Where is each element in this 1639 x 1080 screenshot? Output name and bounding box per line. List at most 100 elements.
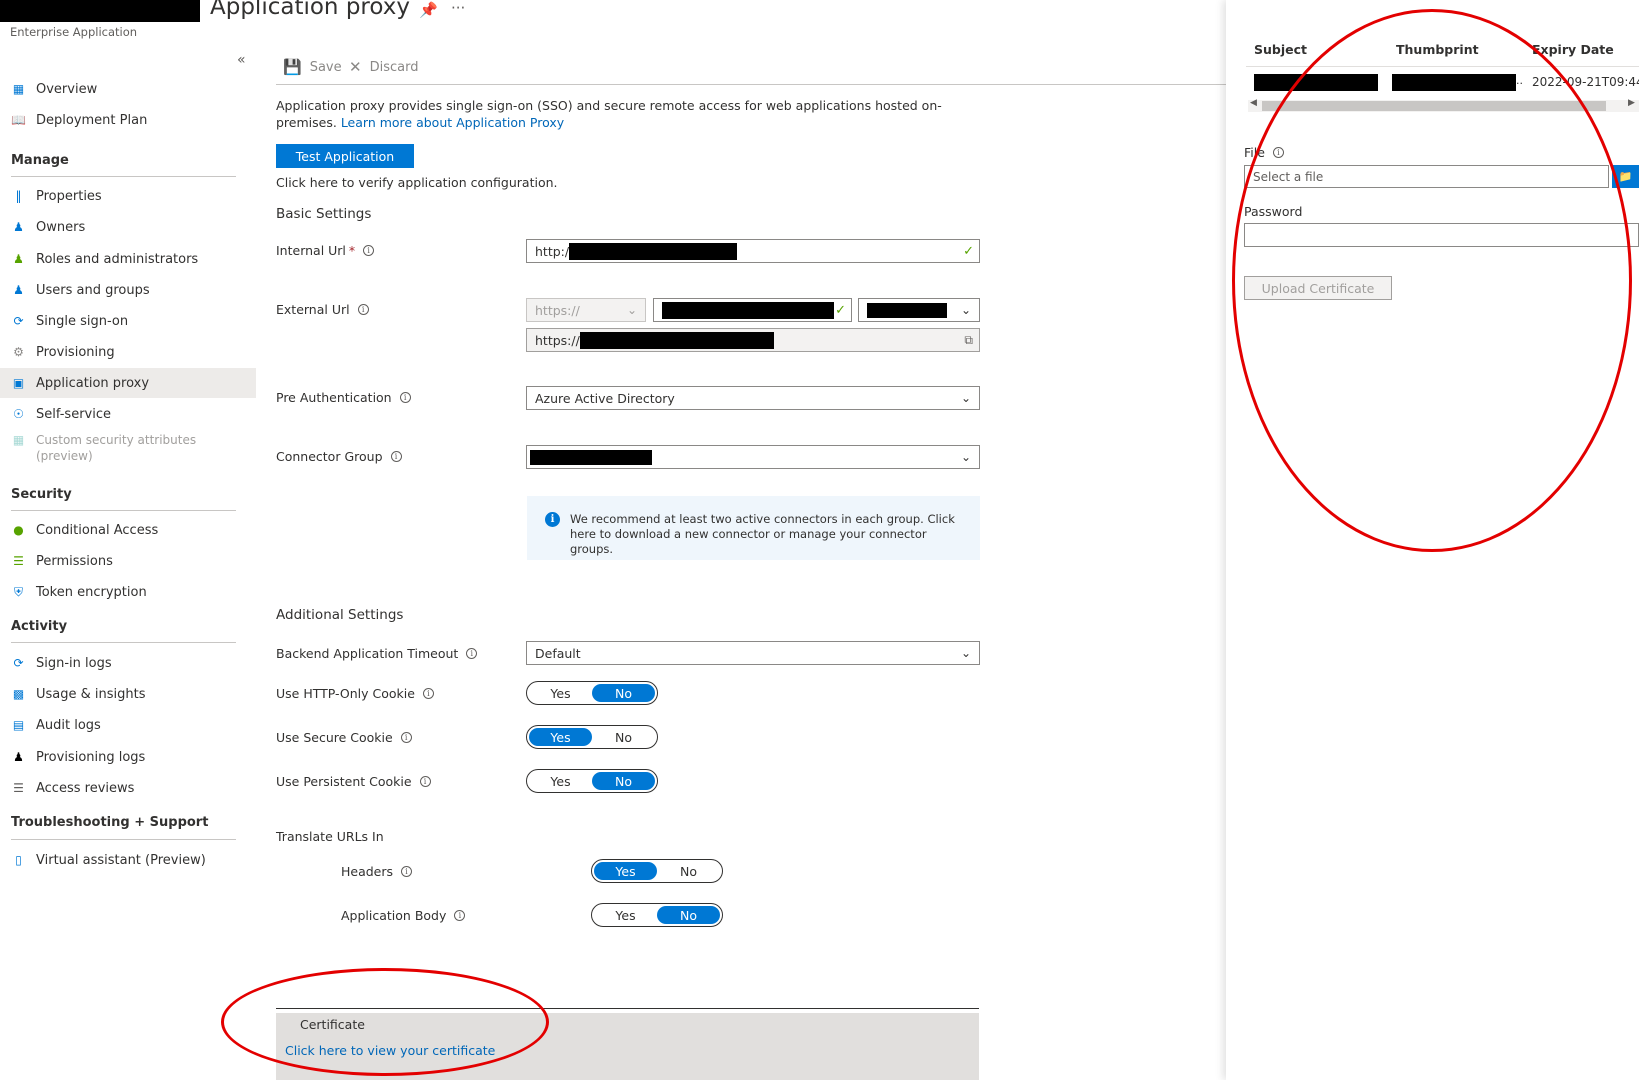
toggle-no[interactable]: No — [592, 728, 655, 746]
sidebar-item-label: Permissions — [36, 553, 113, 569]
toggle-no[interactable]: No — [592, 684, 655, 702]
external-url-domain-select[interactable]: ⌄ — [858, 298, 980, 322]
sidebar-item-virtual-assistant[interactable]: ▯ Virtual assistant (Preview) — [0, 845, 256, 875]
info-icon[interactable]: i — [400, 732, 412, 743]
sidebar-item-label: Sign-in logs — [36, 655, 112, 671]
backend-timeout-select[interactable]: Default ⌄ — [526, 641, 980, 665]
learn-more-link[interactable]: Learn more about Application Proxy — [341, 115, 564, 130]
sidebar-item-properties[interactable]: ‖ Properties — [0, 181, 256, 211]
info-icon[interactable]: i — [1272, 147, 1284, 158]
copy-icon[interactable]: ⧉ — [964, 333, 973, 348]
save-label: Save — [309, 59, 342, 75]
toggle-yes[interactable]: Yes — [594, 862, 657, 880]
external-url-full: https:// ⧉ — [526, 328, 980, 352]
redacted-text — [867, 302, 947, 318]
sidebar-item-label: Self-service — [36, 406, 111, 422]
external-url-host-input[interactable]: ✓ — [653, 298, 852, 322]
persistent-cookie-toggle[interactable]: Yes No — [526, 769, 658, 793]
persistent-cookie-label-text: Use Persistent Cookie — [276, 774, 412, 789]
sidebar-item-application-proxy[interactable]: ▣ Application proxy — [0, 368, 256, 398]
toggle-yes[interactable]: Yes — [594, 906, 657, 924]
toggle-yes[interactable]: Yes — [529, 772, 592, 790]
sidebar-item-deployment-plan[interactable]: 📖 Deployment Plan — [0, 105, 256, 135]
password-input[interactable] — [1244, 223, 1639, 247]
sidebar-item-usage-insights[interactable]: ▩ Usage & insights — [0, 679, 256, 709]
test-hint: Click here to verify application configu… — [276, 175, 558, 190]
toggle-yes[interactable]: Yes — [529, 728, 592, 746]
browse-folder-button[interactable]: 📁 — [1612, 165, 1639, 188]
info-icon[interactable]: i — [363, 245, 375, 256]
sidebar-item-owners[interactable]: ♟ Owners — [0, 212, 256, 242]
roles-icon: ♟ — [13, 252, 24, 266]
sidebar-item-self-service[interactable]: ☉ Self-service — [0, 399, 256, 429]
toggle-no[interactable]: No — [657, 862, 720, 880]
info-icon[interactable]: i — [390, 451, 402, 462]
sidebar-item-provisioning[interactable]: ⚙ Provisioning — [0, 337, 256, 367]
toolbar-divider — [276, 84, 1227, 85]
more-icon[interactable]: ··· — [451, 0, 465, 17]
sidebar-item-roles-and-administrators[interactable]: ♟ Roles and administrators — [0, 244, 256, 274]
toggle-no[interactable]: No — [592, 772, 655, 790]
translate-urls-title: Translate URLs In — [276, 829, 384, 844]
info-icon[interactable]: i — [422, 688, 434, 699]
checkmark-icon: ✓ — [835, 302, 846, 318]
sidebar-item-users-and-groups[interactable]: ♟ Users and groups — [0, 275, 256, 305]
connector-group-select[interactable]: ⌄ — [526, 445, 980, 469]
translate-body-toggle[interactable]: Yes No — [591, 903, 723, 927]
sidebar-item-sign-in-logs[interactable]: ⟳ Sign-in logs — [0, 648, 256, 678]
connector-info-box[interactable]: i We recommend at least two active conne… — [527, 496, 980, 560]
app-proxy-icon: ▣ — [12, 376, 25, 390]
sidebar-item-token-encryption[interactable]: ⛨ Token encryption — [0, 577, 256, 607]
toggle-no[interactable]: No — [657, 906, 720, 924]
sidebar-item-custom-security-attributes: ▦ Custom security attributes (preview) — [0, 430, 256, 468]
translate-headers-toggle[interactable]: Yes No — [591, 859, 723, 883]
view-certificate-link[interactable]: Click here to view your certificate — [285, 1043, 495, 1058]
sso-icon: ⟳ — [13, 314, 24, 328]
info-icon[interactable]: i — [357, 304, 369, 315]
info-icon[interactable]: i — [401, 866, 413, 877]
scrollbar-thumb[interactable] — [1262, 101, 1606, 111]
nav-section-support: Troubleshooting + Support — [11, 815, 209, 830]
upload-certificate-button[interactable]: Upload Certificate — [1244, 276, 1392, 300]
folder-icon: 📁 — [1618, 170, 1633, 183]
scroll-right-icon[interactable]: ▶ — [1628, 98, 1635, 108]
scroll-left-icon[interactable]: ◀ — [1250, 98, 1257, 108]
column-header-subject[interactable]: Subject — [1254, 42, 1307, 57]
title-separator — [198, 0, 200, 22]
column-header-thumbprint[interactable]: Thumbprint — [1396, 42, 1479, 57]
file-input[interactable]: Select a file — [1244, 165, 1609, 188]
info-icon[interactable]: i — [419, 776, 431, 787]
sidebar-item-provisioning-logs[interactable]: ♟ Provisioning logs — [0, 742, 256, 772]
checkmark-icon: ✓ — [963, 243, 974, 259]
sidebar-item-conditional-access[interactable]: ● Conditional Access — [0, 515, 256, 545]
http-only-cookie-toggle[interactable]: Yes No — [526, 681, 658, 705]
sidebar-item-overview[interactable]: ▦ Overview — [0, 74, 256, 104]
pre-auth-select[interactable]: Azure Active Directory ⌄ — [526, 386, 980, 410]
audit-icon: ▤ — [12, 718, 25, 732]
info-icon[interactable]: i — [399, 392, 411, 403]
permissions-icon: ☰ — [13, 554, 24, 568]
collapse-sidebar-button[interactable]: « — [237, 52, 246, 68]
info-icon[interactable]: i — [454, 910, 466, 921]
discard-button[interactable]: ✕ Discard — [349, 58, 418, 76]
application-body-label: Application Body i — [341, 908, 466, 923]
test-application-button[interactable]: Test Application — [276, 144, 414, 168]
toggle-yes[interactable]: Yes — [529, 684, 592, 702]
secure-cookie-toggle[interactable]: Yes No — [526, 725, 658, 749]
owners-icon: ♟ — [13, 220, 24, 234]
discard-label: Discard — [369, 59, 419, 75]
sidebar-item-access-reviews[interactable]: ☰ Access reviews — [0, 773, 256, 803]
sidebar-item-audit-logs[interactable]: ▤ Audit logs — [0, 710, 256, 740]
chevron-down-icon: ⌄ — [626, 303, 637, 317]
internal-url-input[interactable]: http:/ ✓ — [526, 239, 980, 263]
sidebar-item-single-sign-on[interactable]: ⟳ Single sign-on — [0, 306, 256, 336]
info-icon[interactable]: i — [466, 648, 478, 659]
users-icon: ♟ — [13, 283, 24, 297]
column-header-expiry[interactable]: Expiry Date — [1532, 42, 1614, 57]
save-button[interactable]: 💾 Save — [283, 58, 342, 76]
shield-icon: ⛨ — [13, 584, 23, 599]
external-url-scheme-select[interactable]: https:// ⌄ — [526, 298, 646, 322]
pin-icon[interactable]: 📌 — [419, 1, 438, 19]
sidebar-item-permissions[interactable]: ☰ Permissions — [0, 546, 256, 576]
external-url-label: External Url i — [276, 302, 369, 317]
